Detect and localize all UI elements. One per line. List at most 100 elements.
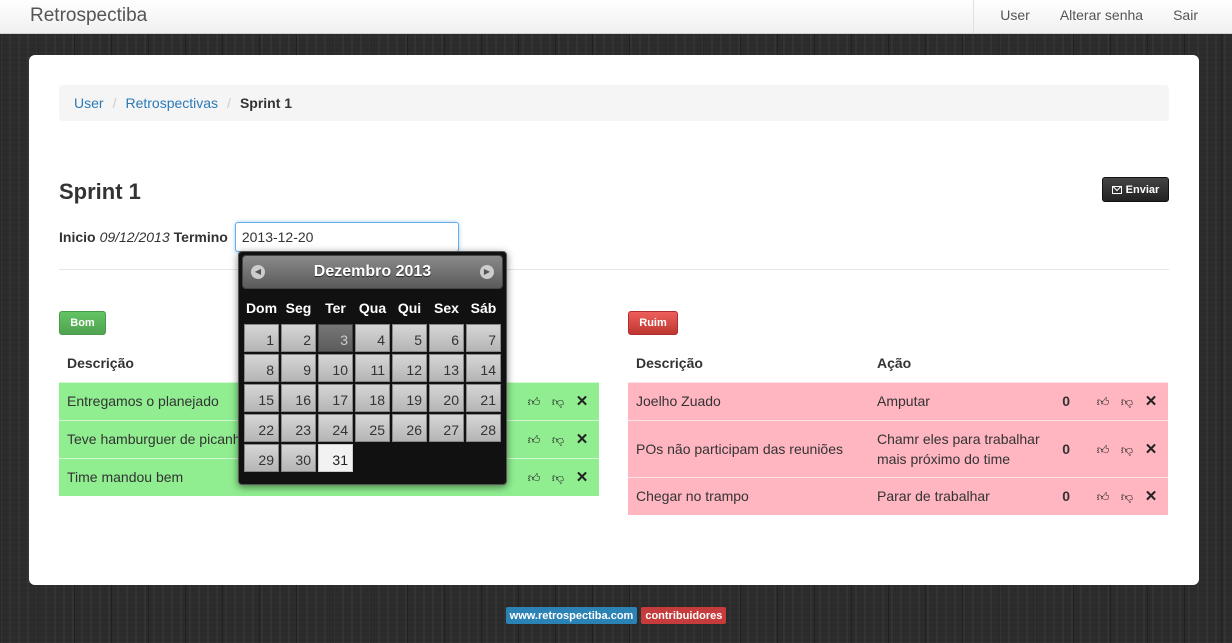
footer: www.retrospectiba.com contribuidores (0, 607, 1232, 625)
thumbs-down-icon[interactable]: 👎︎ (549, 395, 567, 410)
thumbs-down-icon[interactable]: 👎︎ (1118, 443, 1136, 458)
weekday-label: Qua (358, 300, 387, 316)
envelope-icon (1111, 185, 1122, 194)
nav-link-change-password[interactable]: Alterar senha (1045, 0, 1158, 34)
datepicker-day[interactable]: 22 (244, 414, 279, 442)
datepicker-day[interactable]: 11 (355, 354, 390, 382)
datepicker-day[interactable]: 10 (318, 354, 353, 382)
main-container: User / Retrospectivas / Sprint 1 Sprint … (29, 55, 1199, 585)
termino-label: Termino (173, 229, 228, 245)
datepicker-day[interactable]: 19 (392, 384, 427, 412)
vote-count: 0 (1054, 381, 1078, 420)
nav-link-user[interactable]: User (974, 0, 1045, 34)
termino-date-input[interactable] (234, 222, 459, 252)
datepicker-day[interactable]: 13 (429, 354, 464, 382)
datepicker-day[interactable]: 9 (281, 354, 316, 382)
datepicker-day[interactable]: 30 (281, 444, 316, 472)
thumbs-up-icon[interactable]: 👍︎ (525, 395, 543, 410)
datepicker-day[interactable]: 31 (318, 444, 353, 472)
datepicker-day[interactable]: 12 (392, 354, 427, 382)
site-link[interactable]: www.retrospectiba.com (505, 607, 638, 624)
brand[interactable]: Retrospectiba (30, 5, 147, 27)
bad-item-action: Chamr eles para trabalhar mais próximo d… (869, 419, 1054, 477)
datepicker-day[interactable]: 17 (318, 384, 353, 412)
weekday-label: Qui (397, 300, 422, 316)
nav-links: User Alterar senha Sair (973, 0, 1232, 34)
thumbs-down-icon[interactable]: 👎︎ (549, 433, 567, 448)
datepicker-day[interactable]: 21 (466, 384, 501, 412)
close-icon[interactable]: ✕ (1142, 440, 1160, 458)
datepicker-day[interactable]: 2 (281, 324, 316, 352)
datepicker-day[interactable]: 7 (466, 324, 501, 352)
datepicker-day[interactable]: 3 (318, 324, 353, 352)
thumbs-down-icon[interactable]: 👎︎ (1118, 395, 1136, 410)
thumbs-down-icon[interactable]: 👎︎ (1118, 490, 1136, 505)
bad-item-action: Parar de trabalhar (869, 476, 1054, 515)
datepicker-day[interactable]: 23 (281, 414, 316, 442)
datepicker-day[interactable]: 8 (244, 354, 279, 382)
breadcrumb-retrospectivas[interactable]: Retrospectivas (125, 95, 218, 111)
nav-link-logout[interactable]: Sair (1158, 0, 1232, 34)
contributors-link[interactable]: contribuidores (641, 607, 727, 624)
breadcrumb-separator: / (112, 95, 117, 111)
close-icon[interactable]: ✕ (573, 468, 591, 486)
datepicker-day[interactable]: 16 (281, 384, 316, 412)
thumbs-up-icon[interactable]: 👍︎ (1094, 395, 1112, 410)
datepicker-day[interactable]: 28 (466, 414, 501, 442)
weekday-label: Seg (285, 300, 312, 316)
close-icon[interactable]: ✕ (1142, 487, 1160, 505)
weekday-label: Dom (245, 300, 278, 316)
weekday-label: Sáb (470, 300, 497, 316)
datepicker-day[interactable]: 1 (244, 324, 279, 352)
thumbs-up-icon[interactable]: 👍︎ (1094, 490, 1112, 505)
close-icon[interactable]: ✕ (573, 430, 591, 448)
bad-header-action: Ação (877, 355, 912, 372)
bad-label-button[interactable]: Ruim (628, 311, 678, 335)
datepicker-day[interactable]: 20 (429, 384, 464, 412)
datepicker-day[interactable]: 4 (355, 324, 390, 352)
chevron-left-icon[interactable]: ◀ (251, 265, 265, 279)
datepicker-header: ◀ Dezembro 2013 ▶ (242, 255, 503, 289)
breadcrumb-separator: / (227, 95, 231, 111)
datepicker-day[interactable]: 25 (355, 414, 390, 442)
datepicker-day[interactable]: 26 (392, 414, 427, 442)
send-button[interactable]: Enviar (1102, 177, 1169, 202)
bad-item-description: Joelho Zuado (628, 381, 869, 420)
page-title: Sprint 1 (59, 179, 141, 204)
breadcrumb: User / Retrospectivas / Sprint 1 (59, 85, 1169, 121)
bad-header-description: Descrição (636, 355, 703, 372)
divider (59, 269, 1169, 270)
table-row: Chegar no trampo Parar de trabalhar 0 👍︎… (628, 476, 1168, 515)
datepicker-day[interactable]: 5 (392, 324, 427, 352)
datepicker-day[interactable]: 24 (318, 414, 353, 442)
datepicker-day[interactable]: 29 (244, 444, 279, 472)
table-row: POs não participam das reuniões Chamr el… (628, 419, 1168, 477)
chevron-right-icon[interactable]: ▶ (480, 265, 494, 279)
thumbs-up-icon[interactable]: 👍︎ (1094, 443, 1112, 458)
dates-line: Inicio 09/12/2013 Termino (59, 220, 459, 254)
breadcrumb-user[interactable]: User (74, 95, 104, 111)
bad-item-description: POs não participam das reuniões (628, 419, 869, 477)
datepicker-day[interactable]: 27 (429, 414, 464, 442)
datepicker-title: Dezembro 2013 (313, 263, 432, 280)
thumbs-up-icon[interactable]: 👍︎ (525, 433, 543, 448)
inicio-value: 09/12/2013 (99, 229, 170, 245)
datepicker-grid: Dom Seg Ter Qua Qui Sex Sáb 1 2 3 4 5 6 7 8 9 10 1… (242, 294, 503, 472)
close-icon[interactable]: ✕ (573, 392, 591, 410)
good-label-button[interactable]: Bom (59, 311, 106, 335)
datepicker-day[interactable]: 18 (355, 384, 390, 412)
send-button-label: Enviar (1125, 183, 1160, 196)
breadcrumb-active: Sprint 1 (239, 95, 293, 111)
weekday-label: Ter (325, 300, 346, 316)
bad-table: Descrição Ação Joelho Zuado Amputar 0 👍︎… (628, 345, 1168, 515)
datepicker: ◀ Dezembro 2013 ▶ Dom Seg Ter Qua Qui Se… (238, 251, 507, 485)
datepicker-day[interactable]: 14 (466, 354, 501, 382)
datepicker-day[interactable]: 15 (244, 384, 279, 412)
table-row: Joelho Zuado Amputar 0 👍︎ 👎︎ ✕ (628, 381, 1168, 420)
thumbs-down-icon[interactable]: 👎︎ (549, 471, 567, 486)
close-icon[interactable]: ✕ (1142, 392, 1160, 410)
datepicker-day[interactable]: 6 (429, 324, 464, 352)
thumbs-up-icon[interactable]: 👍︎ (525, 471, 543, 486)
weekday-label: Sex (434, 300, 459, 316)
vote-count: 0 (1054, 476, 1078, 515)
